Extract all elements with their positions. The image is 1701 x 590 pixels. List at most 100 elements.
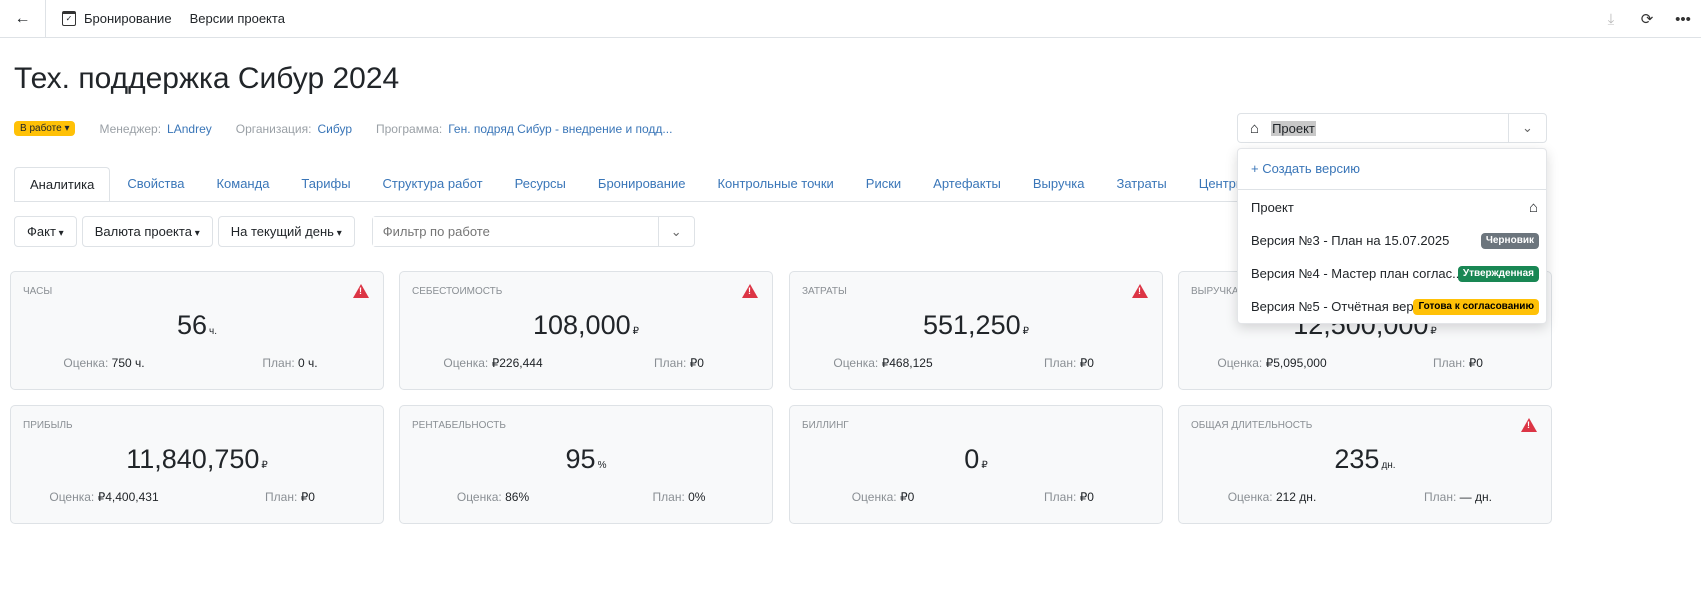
chevron-down-icon[interactable]: ⌄ <box>657 217 694 246</box>
tab-2[interactable]: Команда <box>201 167 284 201</box>
unit: % <box>597 460 607 471</box>
estimate-value: 750 ч. <box>111 356 145 370</box>
version-item[interactable]: Версия №4 - Мастер план соглас... Утвержд… <box>1238 257 1546 290</box>
plan: План: — дн. <box>1365 490 1551 504</box>
unit: ₽ <box>261 460 268 471</box>
tab-5[interactable]: Ресурсы <box>500 167 581 201</box>
metric-card: Затраты551,250₽Оценка: ₽468,125План: ₽0 <box>789 271 1163 390</box>
more-icon[interactable]: ••• <box>1665 11 1701 28</box>
metric-card: Рентабельность 95% Оценка: 86% План: 0% <box>399 405 773 524</box>
estimate-label: Оценка: <box>49 490 95 504</box>
value: 108,000 <box>533 310 631 340</box>
plan-value: 0 ч. <box>298 356 318 370</box>
plan: План: ₽0 <box>976 490 1162 504</box>
breadcrumb-versions[interactable]: Версии проекта <box>190 11 285 26</box>
estimate: Оценка: ₽468,125 <box>790 356 976 370</box>
card-title: Затраты <box>802 286 847 297</box>
plan-value: ₽0 <box>1079 356 1094 370</box>
unit: ₽ <box>1430 326 1437 337</box>
date-dropdown[interactable]: На текущий день <box>217 216 355 247</box>
plan: План: ₽0 <box>197 490 383 504</box>
metric-card: Общая длительность235дн.Оценка: 212 дн.П… <box>1178 405 1552 524</box>
calendar-check-icon: ✓ <box>62 11 76 26</box>
estimate-value: ₽226,444 <box>491 356 543 370</box>
metric-card: Себестоимость108,000₽Оценка: ₽226,444Пла… <box>399 271 773 390</box>
program-link[interactable]: Ген. подряд Сибур - внедрение и подд... <box>448 122 672 136</box>
warning-icon <box>1132 284 1148 298</box>
plan-value: — дн. <box>1459 490 1492 504</box>
manager-link[interactable]: LAndrey <box>167 122 212 136</box>
chevron-down-icon[interactable]: ⌄ <box>1508 114 1546 142</box>
tab-4[interactable]: Структура работ <box>368 167 498 201</box>
tab-9[interactable]: Артефакты <box>918 167 1016 201</box>
warning-icon <box>1521 418 1537 432</box>
card-value: 551,250 ₽ <box>790 310 1162 341</box>
estimate-value: ₽4,400,431 <box>97 490 159 504</box>
arrow-left-icon: ← <box>14 9 31 27</box>
estimate-value: ₽0 <box>899 490 915 504</box>
plan: План: ₽0 <box>586 356 772 370</box>
plan-label: План: <box>1044 490 1077 504</box>
version-status-badge: Черновик <box>1480 233 1539 249</box>
card-title: Часы <box>23 286 53 297</box>
tab-1[interactable]: Свойства <box>112 167 199 201</box>
plan-label: План: <box>265 490 298 504</box>
breadcrumb-booking[interactable]: Бронирование <box>84 11 172 26</box>
estimate: Оценка: ₽226,444 <box>400 356 586 370</box>
card-value: 56 ч. <box>11 310 383 341</box>
estimate-label: Оценка: <box>63 356 109 370</box>
tab-10[interactable]: Выручка <box>1018 167 1100 201</box>
plan: План: ₽0 <box>1365 356 1551 370</box>
filter-bar: Факт Валюта проекта На текущий день ⌄ <box>14 216 695 247</box>
unit: ч. <box>209 326 218 337</box>
top-bar: ← ✓ Бронирование Версии проекта ⤓ ⟳ ••• <box>0 0 1701 38</box>
unit: дн. <box>1381 460 1396 471</box>
plan-label: План: <box>1424 490 1457 504</box>
estimate-label: Оценка: <box>443 356 489 370</box>
version-select[interactable]: ⌂ Проект ⌄ <box>1237 113 1547 143</box>
tab-0[interactable]: Аналитика <box>14 167 111 201</box>
estimate: Оценка: ₽4,400,431 <box>11 490 197 504</box>
estimate-value: ₽5,095,000 <box>1265 356 1327 370</box>
mode-dropdown[interactable]: Факт <box>14 216 77 247</box>
status-dropdown[interactable]: В работе ▾ <box>14 121 76 136</box>
version-status-badge: Утвержденная <box>1457 266 1539 282</box>
tab-12[interactable]: Центры затрат <box>1184 167 1244 201</box>
download-icon[interactable]: ⤓ <box>1593 11 1629 28</box>
version-item[interactable]: Версия №5 - Отчётная верс... Готова к сог… <box>1238 290 1546 323</box>
breadcrumb: ✓ Бронирование Версии проекта <box>62 11 303 26</box>
currency-dropdown[interactable]: Валюта проекта <box>81 216 213 247</box>
value: 95 <box>565 444 596 474</box>
plan-value: ₽0 <box>689 356 704 370</box>
refresh-icon[interactable]: ⟳ <box>1629 10 1665 28</box>
estimate-label: Оценка: <box>1227 490 1273 504</box>
unit: ₽ <box>981 460 988 471</box>
back-button[interactable]: ← <box>0 0 46 38</box>
card-title: Себестоимость <box>412 286 503 297</box>
plan-value: ₽0 <box>300 490 315 504</box>
version-label: Версия №4 - Мастер план соглас... <box>1251 266 1463 281</box>
work-filter-input[interactable] <box>372 217 658 246</box>
card-title: Рентабельность <box>412 420 506 431</box>
version-label: Версия №3 - План на 15.07.2025 <box>1251 233 1450 248</box>
version-item[interactable]: Проект ⌂ <box>1238 191 1546 224</box>
tab-7[interactable]: Контрольные точки <box>702 167 848 201</box>
estimate-label: Оценка: <box>851 490 897 504</box>
version-label: Проект <box>1251 200 1294 215</box>
estimate-value: 212 дн. <box>1275 490 1317 504</box>
plan-value: ₽0 <box>1468 356 1483 370</box>
estimate: Оценка: 750 ч. <box>11 356 197 370</box>
tab-11[interactable]: Затраты <box>1101 167 1181 201</box>
project-meta: В работе ▾ Менеджер: LAndrey Организация… <box>14 121 696 136</box>
version-item[interactable]: Версия №3 - План на 15.07.2025 Черновик <box>1238 224 1546 257</box>
tab-8[interactable]: Риски <box>851 167 916 201</box>
tab-3[interactable]: Тарифы <box>286 167 365 201</box>
version-label: Версия №5 - Отчётная верс... <box>1251 299 1431 314</box>
create-version-button[interactable]: + Создать версию <box>1238 149 1546 190</box>
plan: План: 0 ч. <box>197 356 383 370</box>
plan-label: План: <box>262 356 295 370</box>
card-title: Биллинг <box>802 420 849 431</box>
tab-6[interactable]: Бронирование <box>583 167 701 201</box>
org-link[interactable]: Сибур <box>317 122 352 136</box>
tab-bar: Аналитика Свойства Команда Тарифы Структура … <box>14 167 1244 202</box>
